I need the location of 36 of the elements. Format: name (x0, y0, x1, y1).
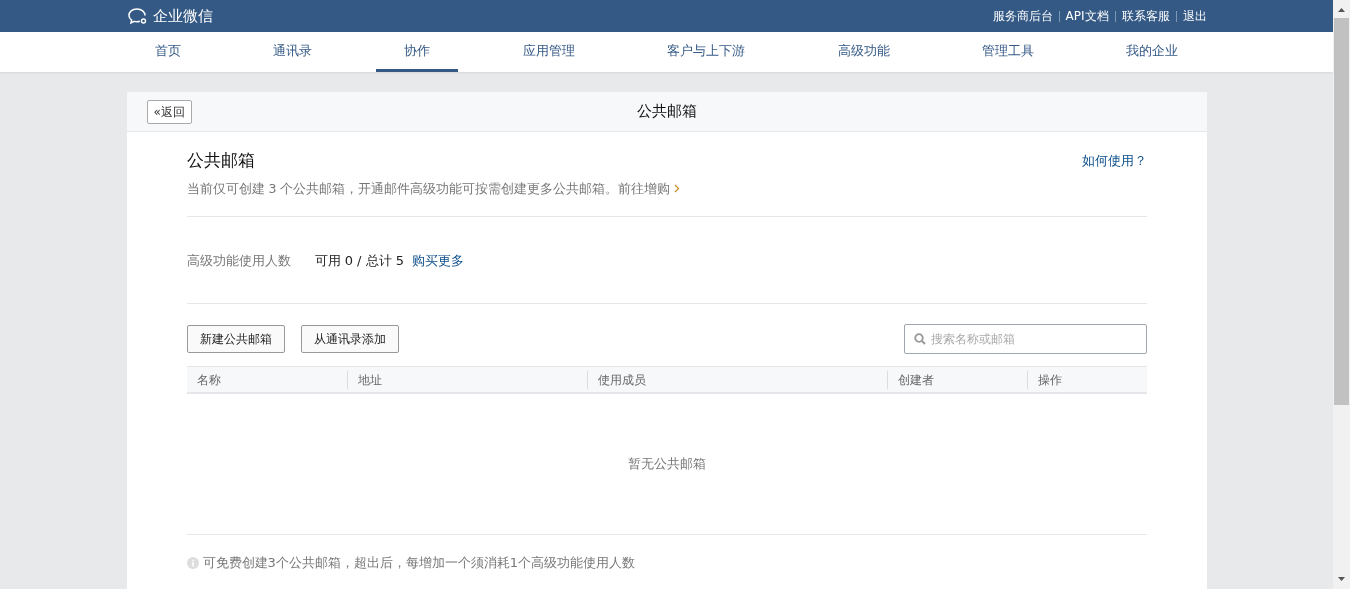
nav-tab[interactable]: 通讯录 (244, 32, 340, 72)
nav-tab[interactable]: 协作 (376, 32, 459, 72)
brand-name: 企业微信 (152, 5, 213, 27)
nav-tab[interactable]: 应用管理 (494, 32, 603, 72)
top-link[interactable]: 联系客服 (1114, 10, 1170, 22)
buy-more-link[interactable]: 购买更多 (411, 250, 464, 270)
description-text: 当前仅可创建 3 个公共邮箱，开通邮件高级功能可按需创建更多公共邮箱。 (186, 179, 619, 198)
nav-tab[interactable]: 我的企业 (1098, 32, 1207, 72)
empty-state-text: 暂无公共邮箱 (627, 454, 706, 473)
action-button[interactable]: 新建公共邮箱 (186, 325, 285, 354)
note-text: 可免费创建3个公共邮箱，超出后，每增加一个须消耗1个高级功能使用人数 (202, 554, 636, 573)
nav-tab[interactable]: 管理工具 (954, 32, 1063, 72)
help-link[interactable]: 如何使用？ (1081, 151, 1147, 171)
column-header: 使用成员 (586, 370, 887, 389)
back-button[interactable]: «返回 (146, 99, 192, 124)
section-title: 公共邮箱 (186, 149, 255, 172)
scrollbar[interactable] (1333, 0, 1350, 589)
nav-tab[interactable]: 首页 (126, 32, 209, 72)
column-header: 创建者 (886, 370, 1027, 389)
top-link[interactable]: 退出 (1175, 10, 1207, 22)
nav-tab[interactable]: 客户与上下游 (639, 32, 774, 72)
top-link[interactable]: API文档 (1058, 10, 1109, 22)
chat-bubble-icon (126, 7, 149, 25)
quota-value: 可用 0 / 总计 5 (314, 251, 404, 270)
column-header: 名称 (195, 371, 222, 389)
quota-label: 高级功能使用人数 (186, 251, 291, 270)
upgrade-link[interactable]: 前往增购 (618, 179, 671, 199)
search-field[interactable]: 搜索名称或邮箱 (903, 324, 1147, 355)
chevron-right-icon (674, 184, 681, 194)
page-title: 公共邮箱 (636, 101, 697, 123)
action-button[interactable]: 从通讯录添加 (300, 325, 399, 354)
top-link[interactable]: 服务商后台 (992, 10, 1053, 22)
column-header: 地址 (346, 370, 587, 389)
column-header: 操作 (1026, 370, 1147, 389)
info-icon (186, 557, 199, 569)
nav-tab[interactable]: 高级功能 (809, 32, 918, 72)
